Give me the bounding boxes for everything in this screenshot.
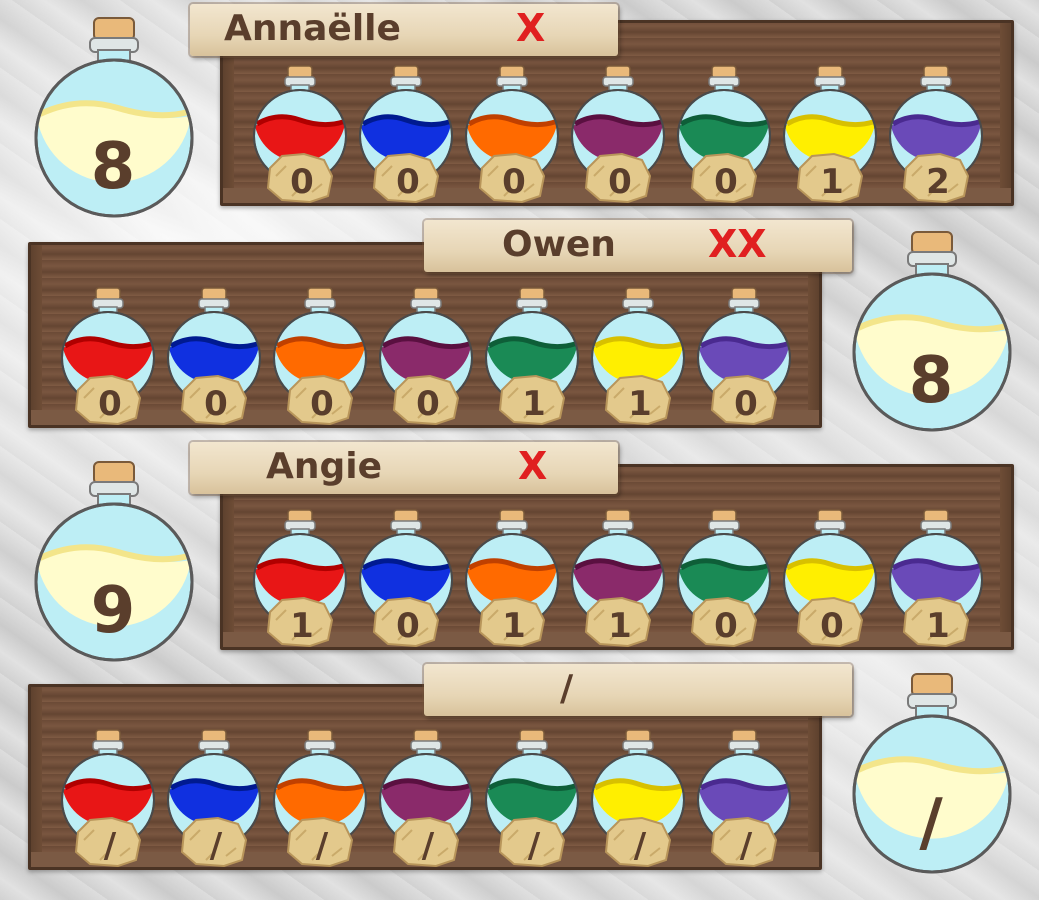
potion-bottle: 0 — [166, 286, 262, 436]
player-name: Angie — [266, 446, 383, 487]
potion-count: 0 — [416, 384, 440, 424]
score-flask: / — [846, 668, 1016, 878]
player-score: 8 — [90, 130, 136, 204]
potion-bottle: / — [378, 728, 474, 878]
potion-bottle: / — [272, 728, 368, 878]
potion-count: 0 — [290, 162, 314, 202]
strike-marks: X — [516, 6, 546, 50]
score-flask: 8 — [28, 12, 198, 222]
potion-count: 0 — [608, 162, 632, 202]
potion-count: 0 — [714, 162, 738, 202]
potion-bottle: 0 — [358, 508, 454, 658]
name-plank: Angie X — [190, 442, 618, 494]
potion-bottle: / — [60, 728, 156, 878]
potion-count: 1 — [522, 384, 546, 424]
player-name: Annaëlle — [224, 8, 401, 49]
potion-count: / — [527, 826, 541, 866]
potion-count: 0 — [204, 384, 228, 424]
potion-count: 0 — [396, 162, 420, 202]
potion-count: / — [739, 826, 753, 866]
potion-bottle: / — [590, 728, 686, 878]
potion-count: 0 — [98, 384, 122, 424]
player-score: / — [919, 786, 943, 860]
player-row: 8 Annaëlle X 0 0 0 0 0 1 2 — [0, 0, 1039, 220]
score-flask: 8 — [846, 226, 1016, 436]
potion-bottle: 2 — [888, 64, 984, 214]
potion-bottle: 0 — [378, 286, 474, 436]
name-plank: Owen XX — [424, 220, 852, 272]
potion-count: 0 — [714, 606, 738, 646]
potion-bottle: 0 — [358, 64, 454, 214]
potion-bottle: / — [166, 728, 262, 878]
name-plank: / — [424, 664, 852, 716]
potion-count: / — [103, 826, 117, 866]
player-score: 8 — [908, 344, 954, 418]
potion-bottle: 1 — [590, 286, 686, 436]
player-row: / / / / / / / / / — [0, 662, 1039, 882]
score-flask: 9 — [28, 456, 198, 666]
potion-count: 1 — [290, 606, 314, 646]
potion-count: 1 — [502, 606, 526, 646]
potion-bottle: 0 — [272, 286, 368, 436]
player-name: / — [560, 668, 574, 709]
potion-count: 1 — [608, 606, 632, 646]
player-row: Owen XX 8 0 0 0 0 1 1 0 — [0, 220, 1039, 440]
name-plank: Annaëlle X — [190, 4, 618, 56]
potion-count: / — [315, 826, 329, 866]
potion-bottle: 1 — [252, 508, 348, 658]
potion-count: 1 — [926, 606, 950, 646]
potion-bottle: 0 — [676, 64, 772, 214]
potion-count: 0 — [310, 384, 334, 424]
potion-count: 0 — [820, 606, 844, 646]
potion-bottle: 1 — [888, 508, 984, 658]
potion-bottle: 0 — [782, 508, 878, 658]
potion-count: / — [421, 826, 435, 866]
potion-bottle: 1 — [570, 508, 666, 658]
potion-bottle: 0 — [60, 286, 156, 436]
potion-count: 1 — [628, 384, 652, 424]
potion-count: / — [633, 826, 647, 866]
potion-bottle: 0 — [570, 64, 666, 214]
strike-marks: XX — [708, 222, 767, 266]
potion-bottle: 0 — [464, 64, 560, 214]
potion-bottle: 0 — [252, 64, 348, 214]
potion-count: / — [209, 826, 223, 866]
potion-bottle: 0 — [696, 286, 792, 436]
potion-count: 0 — [502, 162, 526, 202]
player-name: Owen — [502, 224, 616, 265]
player-row: 9 Angie X 1 0 1 1 0 0 1 — [0, 442, 1039, 662]
potion-bottle: / — [484, 728, 580, 878]
potion-bottle: 1 — [464, 508, 560, 658]
potion-count: 0 — [396, 606, 420, 646]
player-score: 9 — [90, 574, 136, 648]
potion-count: 1 — [820, 162, 844, 202]
potion-bottle: 1 — [484, 286, 580, 436]
potion-count: 0 — [734, 384, 758, 424]
potion-bottle: 0 — [676, 508, 772, 658]
potion-bottle: / — [696, 728, 792, 878]
strike-marks: X — [518, 444, 548, 488]
potion-bottle: 1 — [782, 64, 878, 214]
potion-count: 2 — [926, 162, 950, 202]
